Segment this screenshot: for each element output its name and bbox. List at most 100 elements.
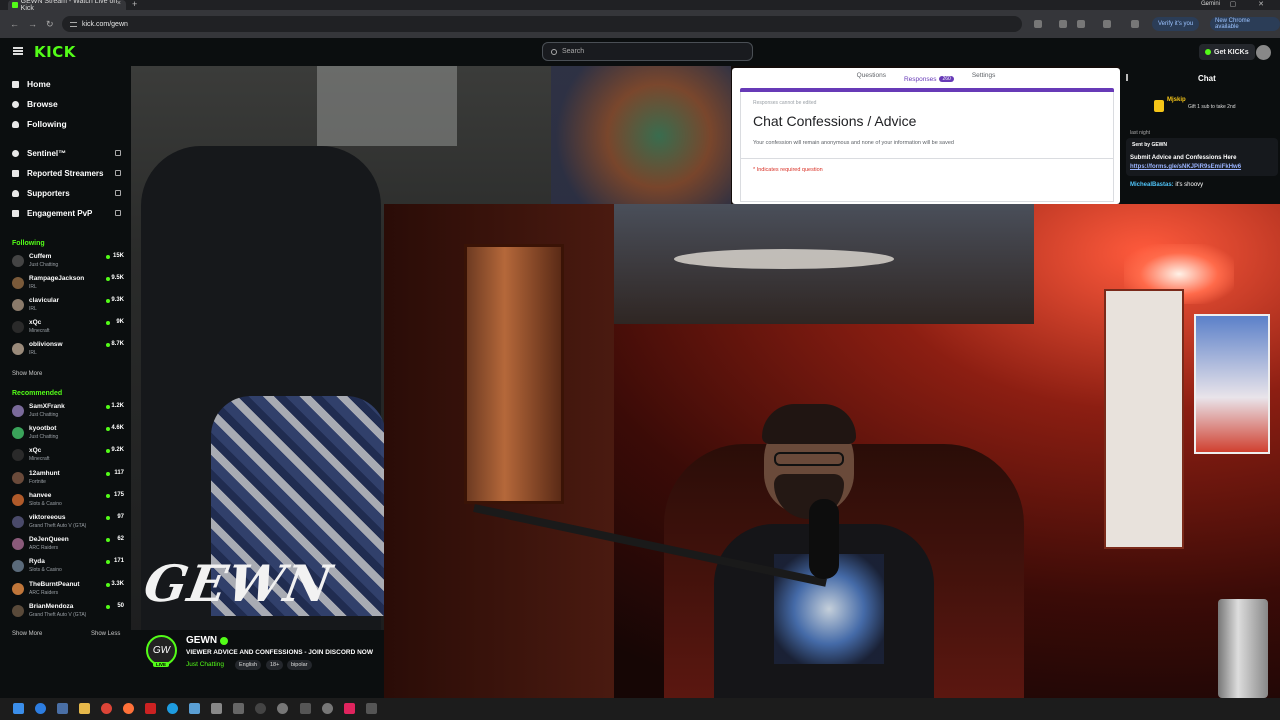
sidebar-channel-row[interactable]: BrianMendoza Grand Theft Auto V (GTA) 50 xyxy=(12,601,124,621)
tab-close-icon[interactable]: × xyxy=(117,0,121,7)
channel-category: Minecraft xyxy=(29,328,50,334)
sidebar-channel-row[interactable]: TheBurntPeanut ARC Raiders 3.3K xyxy=(12,579,124,599)
channel-category: Fortnite xyxy=(29,478,46,485)
sidebar-channel-row[interactable]: SamXFrank Just Chatting 1.2K xyxy=(12,401,124,421)
room-door xyxy=(1104,289,1184,549)
following-section-label: Following xyxy=(12,240,45,247)
update-chip[interactable]: New Chrome available xyxy=(1210,17,1280,31)
window-controls[interactable]: – ▢ ✕ xyxy=(1204,0,1274,8)
new-tab-icon[interactable]: + xyxy=(132,0,137,9)
sidebar-channel-row[interactable]: clavicular IRL 9.3K xyxy=(12,295,124,315)
streamer-name[interactable]: GEWN xyxy=(186,635,229,646)
app-icon[interactable] xyxy=(145,703,156,714)
show-less-link[interactable]: Show Less xyxy=(91,631,120,637)
bookmark-star-icon[interactable] xyxy=(1034,20,1042,28)
app-icon[interactable] xyxy=(189,703,200,714)
live-dot-icon xyxy=(106,427,110,432)
stream-tag[interactable]: bipolar xyxy=(287,660,312,670)
gift-icon xyxy=(1154,100,1164,112)
pin-icon[interactable] xyxy=(115,170,121,176)
sidebar-channel-row[interactable]: Ryda Slots & Casino 171 xyxy=(12,556,124,576)
verify-label: Verify it's you xyxy=(1158,21,1194,27)
channel-name: BrianMendoza xyxy=(29,602,74,610)
forward-icon[interactable]: → xyxy=(28,19,37,29)
user-avatar[interactable] xyxy=(1256,45,1271,60)
sidebar-channel-row[interactable]: Cuffem Just Chatting 15K xyxy=(12,251,124,271)
store-icon[interactable] xyxy=(211,703,222,714)
extension-icon[interactable] xyxy=(1131,20,1139,28)
sidebar-channel-row[interactable]: viktoreeous Grand Theft Auto V (GTA) 97 xyxy=(12,512,124,532)
reload-icon[interactable]: ↻ xyxy=(46,19,54,30)
windows-start-icon[interactable] xyxy=(13,703,24,714)
gewn-watermark: GEWN xyxy=(139,554,337,613)
app-icon[interactable] xyxy=(300,703,311,714)
kicks-coin-icon xyxy=(1205,49,1211,55)
file-explorer-icon[interactable] xyxy=(79,703,90,714)
tab-settings[interactable]: Settings xyxy=(972,72,996,86)
app-icon[interactable] xyxy=(233,703,244,714)
search-input[interactable]: Search xyxy=(542,42,753,61)
sidebar-channel-row[interactable]: hanvee Slots & Casino 175 xyxy=(12,490,124,510)
sidebar-channel-row[interactable]: 12amhunt Fortnite 117 xyxy=(12,468,124,488)
sidebar-item-sentinel[interactable]: Sentinel™ xyxy=(12,146,66,160)
browser-tab[interactable]: GEWN Stream - Watch Live on Kick × xyxy=(8,0,126,12)
gift-username[interactable]: Mjskip xyxy=(1167,97,1186,103)
sidebar-item-label: Reported Streamers xyxy=(27,168,104,178)
app-icon[interactable] xyxy=(255,703,266,714)
search-icon[interactable] xyxy=(35,703,46,714)
extension-icon[interactable] xyxy=(1059,20,1067,28)
settings-icon[interactable] xyxy=(277,703,288,714)
obs-icon[interactable] xyxy=(322,703,333,714)
channel-name: xQc xyxy=(29,447,42,455)
sidebar-channel-row[interactable]: xQc Minecraft 9K xyxy=(12,317,124,337)
sidebar-item-reported-streamers[interactable]: Reported Streamers xyxy=(12,166,103,180)
kick-logo[interactable]: KICK xyxy=(34,43,76,61)
extension-icon[interactable] xyxy=(1103,20,1111,28)
address-bar[interactable]: kick.com/gewn xyxy=(62,16,1022,32)
pinned-text: Submit Advice and Confessions Here xyxy=(1130,155,1237,161)
stream-tag[interactable]: English xyxy=(235,660,262,670)
pin-icon[interactable] xyxy=(115,210,121,216)
menu-icon[interactable] xyxy=(13,47,23,55)
app-icon[interactable] xyxy=(366,703,377,714)
pinned-link[interactable]: https://forms.gle/sNKJPiR9sEmiFkHw6 xyxy=(1130,164,1241,170)
show-more-link[interactable]: Show More xyxy=(12,371,42,377)
browser-tab-bar: GEWN Stream - Watch Live on Kick × + Gem… xyxy=(0,0,1280,12)
pin-icon[interactable] xyxy=(115,190,121,196)
stream-info-bar: GW LIVE GEWN VIEWER ADVICE AND CONFESSIO… xyxy=(131,630,384,698)
sidebar-item-engagement-pvp[interactable]: Engagement PvP xyxy=(12,206,92,220)
sidebar-item-home[interactable]: Home xyxy=(12,77,51,91)
sidebar-item-following[interactable]: Following xyxy=(12,117,67,131)
tab-responses[interactable]: Responses 260 xyxy=(904,72,954,86)
form-description: Your confession will remain anonymous an… xyxy=(753,140,954,146)
edge-icon[interactable] xyxy=(167,703,178,714)
get-kicks-button[interactable]: Get KICKs xyxy=(1199,44,1255,60)
tiktok-icon[interactable] xyxy=(344,703,355,714)
chat-username[interactable]: MichealBastas: xyxy=(1130,182,1174,188)
live-dot-icon xyxy=(106,560,110,565)
site-info-icon[interactable] xyxy=(70,21,77,27)
sidebar-item-browse[interactable]: Browse xyxy=(12,97,58,111)
sidebar-item-supporters[interactable]: Supporters xyxy=(12,186,70,200)
extension-icon[interactable] xyxy=(1077,20,1085,28)
sidebar-channel-row[interactable]: RampageJackson IRL 9.5K xyxy=(12,273,124,293)
show-more-link[interactable]: Show More xyxy=(12,631,42,637)
sidebar-channel-row[interactable]: kyootbot Just Chatting 4.6K xyxy=(12,423,124,443)
collapse-chat-icon[interactable] xyxy=(1126,74,1133,81)
pin-icon[interactable] xyxy=(115,150,121,156)
back-icon[interactable]: ← xyxy=(10,19,19,29)
verify-chip[interactable]: Verify it's you xyxy=(1152,17,1200,31)
sidebar-channel-row[interactable]: oblivionsw IRL 8.7K xyxy=(12,339,124,359)
sidebar-channel-row[interactable]: DeJenQueen ARC Raiders 62 xyxy=(12,534,124,554)
stream-category[interactable]: Just Chatting xyxy=(186,661,224,668)
viewer-count: 175 xyxy=(113,491,124,498)
chrome-icon[interactable] xyxy=(101,703,112,714)
channel-name: viktoreeous xyxy=(29,514,66,521)
firefox-icon[interactable] xyxy=(123,703,134,714)
task-view-icon[interactable] xyxy=(57,703,68,714)
update-label: New Chrome available xyxy=(1215,18,1251,30)
stream-tag[interactable]: 18+ xyxy=(266,660,284,670)
channel-name: kyootbot xyxy=(29,425,57,433)
tab-questions[interactable]: Questions xyxy=(857,72,886,86)
sidebar-channel-row[interactable]: xQc Minecraft 9.2K xyxy=(12,445,124,465)
